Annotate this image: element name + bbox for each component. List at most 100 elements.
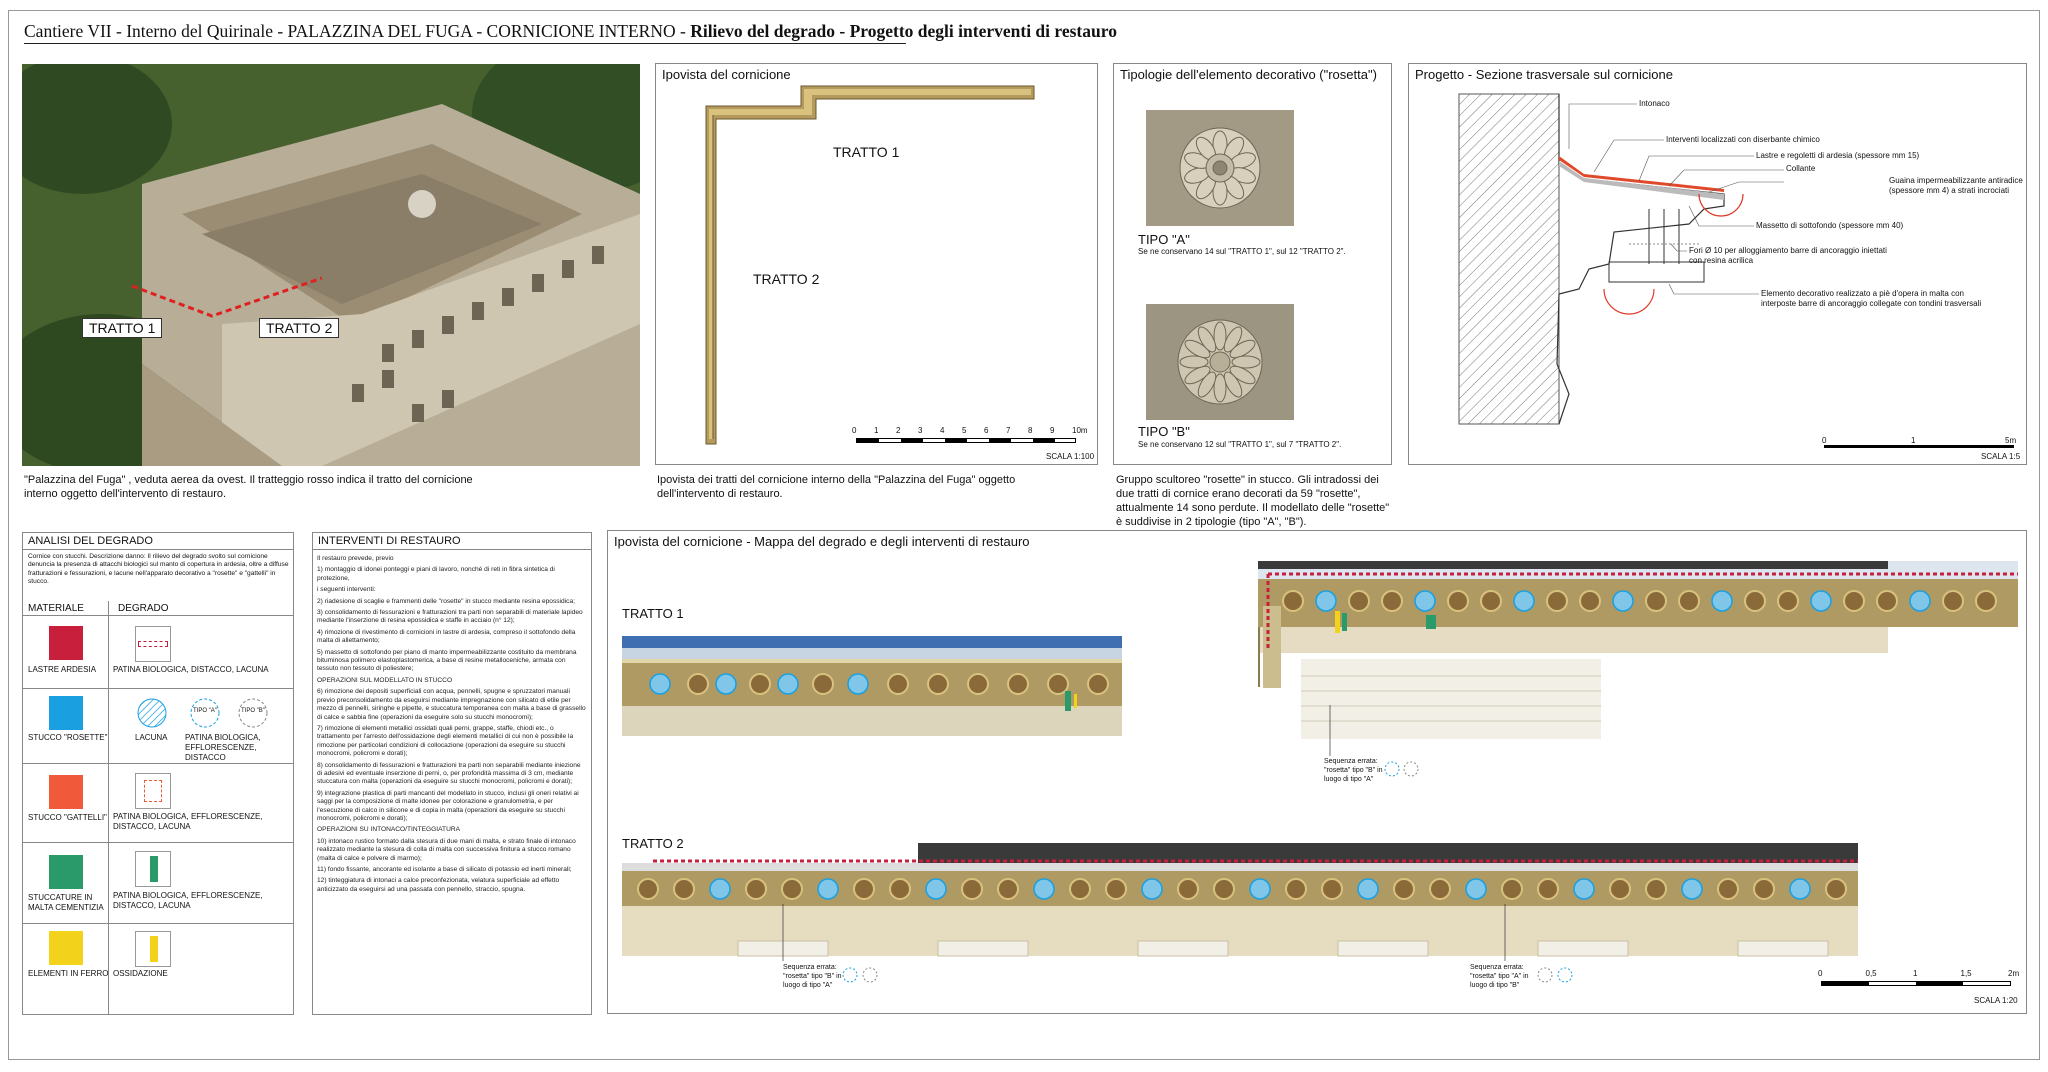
cornice-rosetta [1537, 878, 1559, 900]
title-underline [24, 43, 906, 44]
swatch-ferro [49, 931, 83, 965]
cornice-rosetta [749, 673, 771, 695]
cornice-rosetta [1843, 590, 1865, 612]
cornice-rosetta [1825, 878, 1847, 900]
cornice-rosetta [925, 878, 947, 900]
cornice-rosetta [853, 878, 875, 900]
cornice-rosetta [1069, 878, 1091, 900]
tipo-a-label: TIPO "A" [1138, 232, 1190, 247]
ipovista-scale-tick-3: 3 [918, 426, 923, 435]
tipo-b-note: Se ne conservano 12 sul "TRATTO 1", sul … [1138, 440, 1342, 449]
cornice-rosetta [1429, 878, 1451, 900]
analisi-degrado-table: ANALISI DEL DEGRADO Cornice con stucchi.… [22, 532, 294, 1015]
ipovista-scale-label: SCALA 1:100 [1046, 452, 1095, 461]
mappa-scale-tick-4: 2m [2008, 969, 2020, 978]
cornice-rosetta [1315, 590, 1337, 612]
rosetta-tipo-a-photo [1146, 110, 1294, 226]
intervento-6: 5) massetto di sottofondo per piano di m… [317, 648, 577, 673]
progetto-scale-label: SCALA 1:5 [1981, 452, 2021, 461]
mappa-scale-tick-1: 0,5 [1865, 969, 1877, 978]
cornice-rosetta [1393, 878, 1415, 900]
cornice-rosetta [1465, 878, 1487, 900]
aerial-photo [22, 64, 640, 466]
intervento-2: i seguenti interventi: [317, 586, 376, 594]
cornice-rosetta [1480, 590, 1502, 612]
cornice-rosetta [1777, 590, 1799, 612]
cornice-rosetta [967, 673, 989, 695]
cornice-rosetta [1213, 878, 1235, 900]
mappa-note-1: Sequenza errata: "rosetta" tipo "B" in l… [1324, 758, 1383, 783]
analisi-description: Cornice con stucchi. Descrizione danno: … [28, 553, 289, 586]
swatch-gattelli [49, 775, 83, 809]
cornice-rosetta [745, 878, 767, 900]
cornice-rosetta [1609, 878, 1631, 900]
degrado-gattelli-symbol [135, 773, 171, 809]
intervento-13: 10) intonaco rustico formato dalla stesu… [317, 837, 576, 862]
cornice-rosetta [673, 878, 695, 900]
mappa-scale-bar [1821, 981, 2011, 986]
intervento-15: 12) tinteggiatura di intonaci a calce pr… [317, 877, 560, 893]
cornice-rosetta [709, 878, 731, 900]
materiale-gattelli: STUCCO "GATTELLI" [28, 813, 107, 822]
cornice-rosetta [817, 878, 839, 900]
cornice-rosetta [1810, 590, 1832, 612]
intervento-1: 1) montaggio di idonei ponteggi e piani … [317, 566, 555, 582]
swatch-rosette [49, 696, 83, 730]
cornice-rosetta [649, 673, 671, 695]
tipo-a-mini: TIPO "A" [193, 708, 217, 714]
cornice-rosetta [1645, 878, 1667, 900]
cornice-rosetta [847, 673, 869, 695]
cornice-rosetta [1087, 673, 1109, 695]
label-fori: Fori Ø 10 per alloggiamento barre di anc… [1689, 246, 1887, 265]
mappa-strips [622, 561, 2018, 983]
ipovista-scale-tick-4: 4 [940, 426, 945, 435]
cornice-rosetta [1678, 590, 1700, 612]
cornice-rosetta [1546, 590, 1568, 612]
cornice-rosetta [1249, 878, 1271, 900]
tipologie-caption: Gruppo scultoreo "rosette" in stucco. Gl… [1116, 474, 1390, 528]
intervento-12: OPERAZIONI SU INTONACO/TINTEGGIATURA [317, 826, 460, 834]
cornice-rosetta [997, 878, 1019, 900]
swatch-cementizia [49, 855, 83, 889]
materiale-ferro: ELEMENTI IN FERRO [28, 969, 109, 978]
tipologie-title: Tipologie dell'elemento decorativo ("ros… [1120, 67, 1377, 82]
mappa-scale-tick-0: 0 [1818, 969, 1823, 978]
interventi-panel: INTERVENTI DI RESTAURO Il restauro preve… [312, 532, 592, 1015]
intervento-0: Il restauro prevede, previo [317, 555, 394, 562]
cornice-rosetta [1789, 878, 1811, 900]
interventi-text: Il restauro prevede, previo 1) montaggio… [317, 555, 587, 897]
degrado-ardesia: PATINA BIOLOGICA, DISTACCO, LACUNA [113, 665, 269, 674]
cornice-rosetta [961, 878, 983, 900]
cornice-rosetta [927, 673, 949, 695]
ipovista-panel: Ipovista del cornicione TRATTO 1 TRATTO … [655, 63, 1098, 465]
cornice-rosetta [1321, 878, 1343, 900]
cornice-rosetta [1357, 878, 1379, 900]
label-lastre-ardesia: Lastre e regoletti di ardesia (spessore … [1756, 151, 1920, 160]
label-elemento-decorativo: Elemento decorativo realizzato a piè d'o… [1761, 289, 1982, 308]
mappa-note-2: Sequenza errata: "rosetta" tipo "B" in l… [783, 964, 842, 989]
degrado-ferro-symbol [135, 931, 171, 967]
cornice-rosetta [637, 878, 659, 900]
ipovista-scale-tick-1: 1 [874, 426, 879, 435]
cornice-rosetta [1285, 878, 1307, 900]
cornice-rosetta [1612, 590, 1634, 612]
mappa-scale-label: SCALA 1:20 [1974, 996, 2018, 1005]
intervento-5: 4) rimozione di rivestimento di cornicio… [317, 628, 576, 645]
cornice-rosetta [1717, 878, 1739, 900]
cornice-rosetta [1348, 590, 1370, 612]
cornice-rosetta [1105, 878, 1127, 900]
cornice-rosetta [1975, 590, 1997, 612]
materiale-ardesia: LASTRE ARDESIA [28, 665, 97, 674]
ipovista-scale-tick-0: 0 [852, 426, 857, 435]
cornice-rosetta [1141, 878, 1163, 900]
degrado-cementizia: PATINA BIOLOGICA, EFFLORESCENZE, DISTACC… [113, 891, 263, 910]
degrado-rosette: PATINA BIOLOGICA, EFFLORESCENZE, DISTACC… [185, 733, 261, 762]
label-collante: Collante [1786, 164, 1816, 173]
label-intonaco: Intonaco [1639, 99, 1670, 108]
cornice-rosetta [1711, 590, 1733, 612]
label-diserbante: Interventi localizzati con diserbante ch… [1666, 135, 1820, 144]
mappa-note-3: Sequenza errata: "rosetta" tipo "A" in l… [1470, 964, 1529, 989]
aerial-label-tratto-1: TRATTO 1 [82, 318, 163, 338]
label-guaina: Guaina impermeabilizzante antiradice (sp… [1889, 176, 2023, 195]
cornice-rosetta [1744, 590, 1766, 612]
